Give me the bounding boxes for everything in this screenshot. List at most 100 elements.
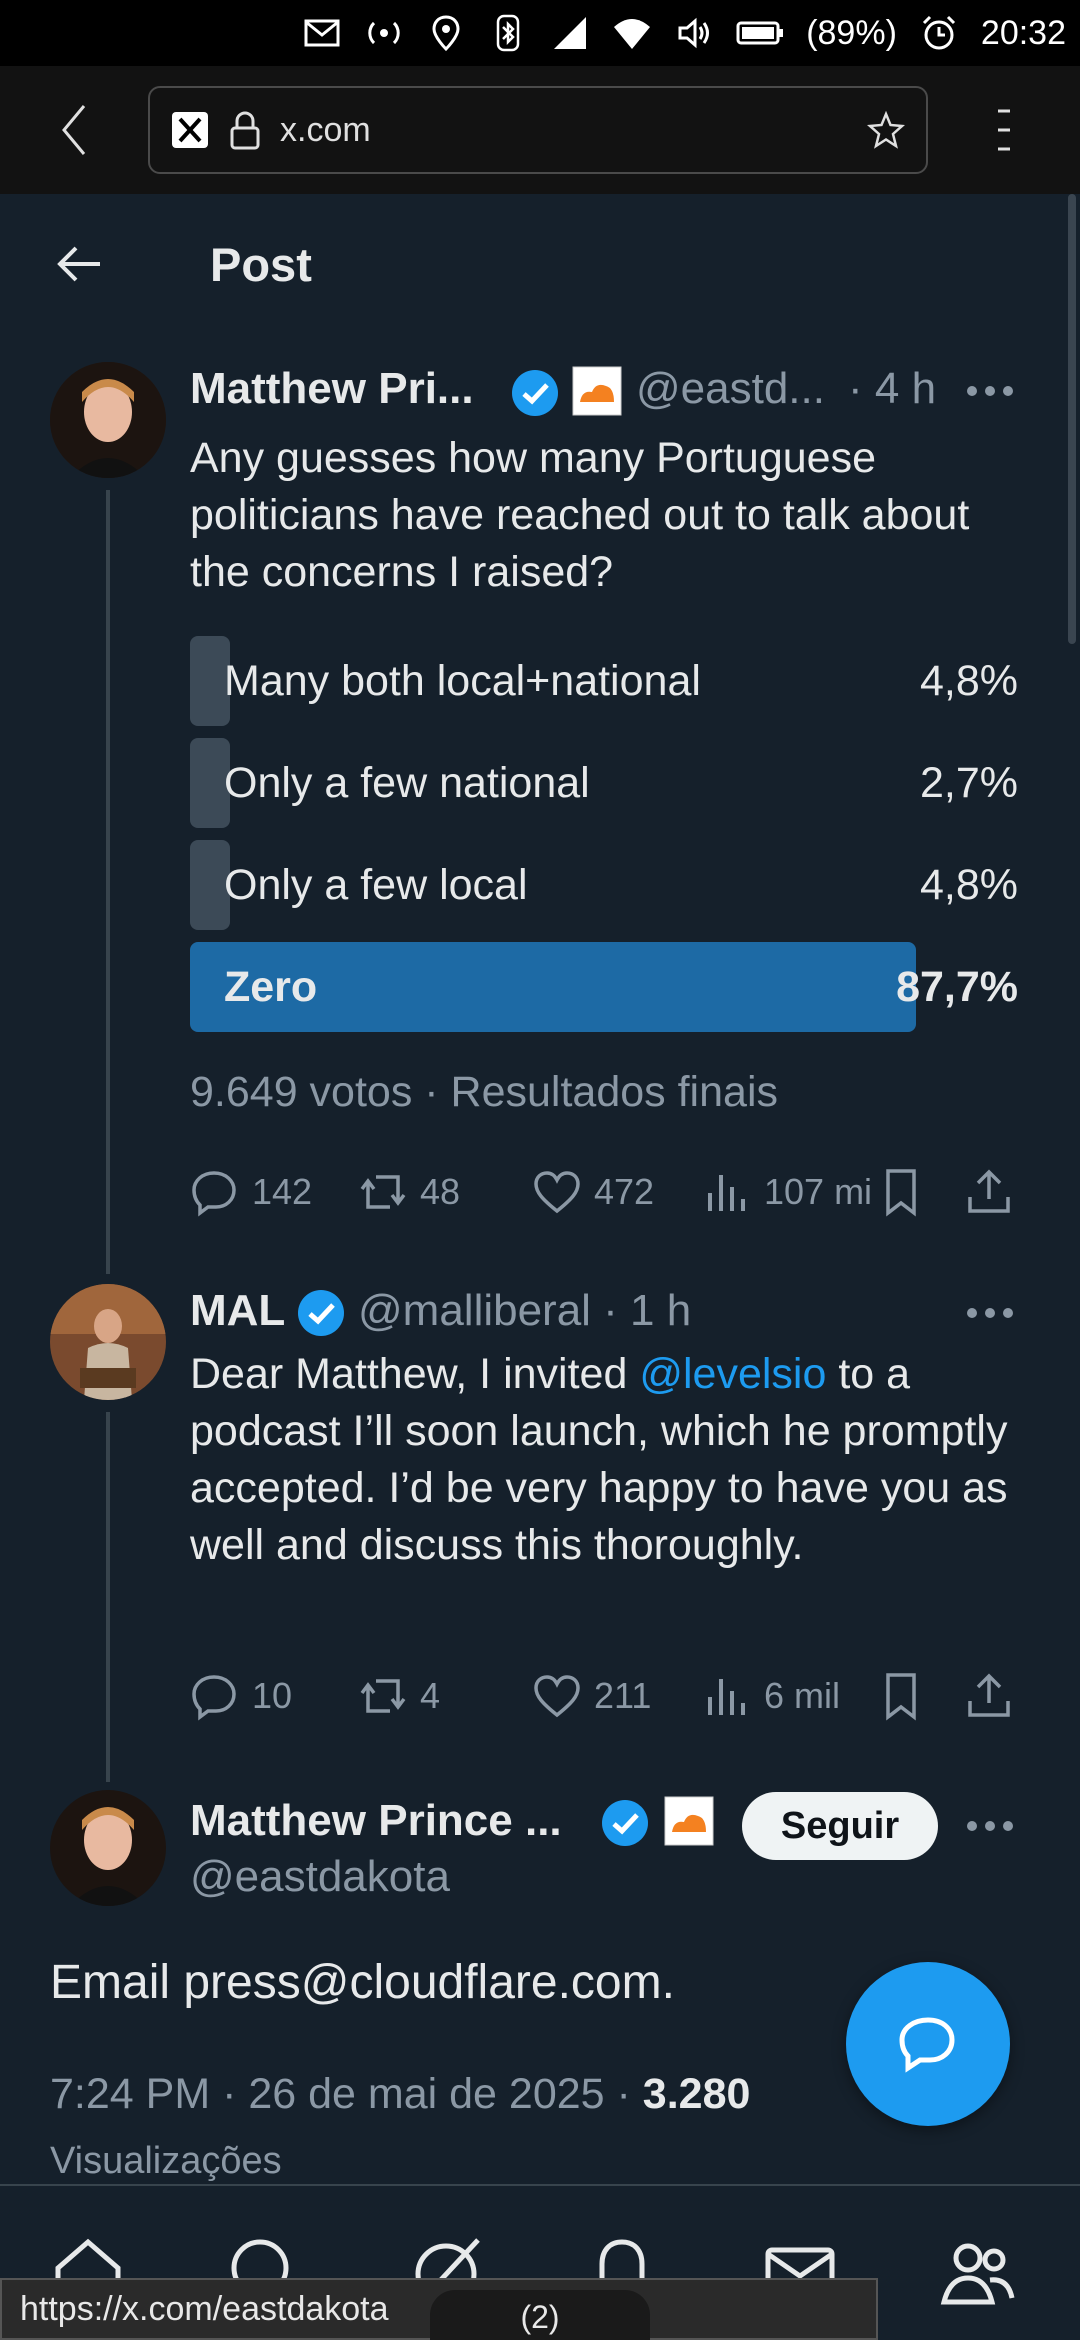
share-icon[interactable] (964, 1167, 1014, 1217)
author-name[interactable]: Matthew Prince ... (190, 1796, 562, 1846)
status-bar: (89%) 20:32 (0, 0, 1080, 66)
heart-icon (534, 1675, 580, 1718)
repost-count: 48 (420, 1171, 461, 1212)
tab-count[interactable]: (2) (430, 2290, 650, 2340)
battery-percentage: (89%) (806, 13, 897, 52)
avatar-image (50, 1284, 166, 1400)
kebab-menu-icon (998, 109, 1010, 151)
author-name[interactable]: Matthew Pri... (190, 364, 474, 414)
avatar[interactable] (50, 1790, 166, 1906)
views-button[interactable]: 107 mi (702, 1162, 872, 1222)
post-timestamp: 7:24 PM · 26 de mai de 2025 · 3.280 (50, 2070, 750, 2119)
poll-option-percentage: 2,7% (919, 759, 1018, 807)
x-logo-icon (172, 112, 208, 148)
avatar-image (50, 362, 166, 478)
reply-count: 142 (252, 1171, 313, 1212)
like-count: 211 (594, 1675, 652, 1716)
avatar[interactable] (50, 362, 166, 478)
volume-icon (678, 17, 710, 49)
scrollbar[interactable] (1068, 194, 1076, 644)
more-options-icon[interactable] (960, 376, 1020, 406)
share-icon[interactable] (964, 1671, 1014, 1721)
more-options-icon[interactable] (960, 1298, 1020, 1328)
reply-bubble-icon (899, 2017, 955, 2073)
repost-count: 4 (420, 1675, 441, 1716)
thread-line (106, 490, 110, 1274)
avatar-image (50, 1790, 166, 1906)
poll-option-percentage: 4,8% (919, 861, 1018, 909)
poll-option-label: Many both local+national (224, 657, 701, 705)
tweet-text: Any guesses how many Portuguese politici… (190, 434, 970, 596)
browser-menu-button[interactable] (928, 66, 1080, 194)
clock: 20:32 (980, 13, 1066, 52)
poll-option-label: Only a few local (224, 861, 528, 909)
like-button[interactable]: 472 (532, 1162, 654, 1222)
reply-icon (192, 1171, 236, 1217)
wifi-icon (614, 19, 651, 49)
chevron-left-icon (62, 105, 86, 155)
timestamp-text: 7:24 PM · 26 de mai de 2025 · (50, 2070, 643, 2118)
like-button[interactable]: 211 (532, 1666, 651, 1726)
back-button[interactable] (0, 194, 160, 334)
bookmark-icon[interactable] (876, 1671, 926, 1721)
more-options-icon[interactable] (960, 1811, 1020, 1841)
avatar[interactable] (50, 1284, 166, 1400)
battery-icon (736, 21, 784, 45)
views-label: Visualizações (50, 2140, 282, 2182)
heart-icon (534, 1171, 580, 1214)
bookmark-star-icon[interactable] (866, 110, 906, 150)
repost-button[interactable]: 4 (358, 1666, 440, 1726)
poll-option: Only a few local 4,8% (190, 840, 1018, 930)
verified-badge-icon (298, 1290, 344, 1336)
arrow-left-icon (57, 246, 100, 282)
thread-line (106, 1412, 110, 1782)
views-count: 107 mi (764, 1171, 873, 1212)
communities-icon[interactable] (938, 2232, 1018, 2312)
author-handle[interactable]: @eastd... (636, 364, 825, 414)
like-count: 472 (594, 1171, 655, 1212)
action-bar: 142 48 472 107 mi (190, 1162, 1030, 1222)
tweet-text: Email press@cloudflare.com. (50, 1956, 675, 2009)
views-count: 6 mil (764, 1675, 841, 1716)
follow-button[interactable]: Seguir (742, 1792, 938, 1860)
reply-fab-button[interactable] (846, 1962, 1010, 2126)
poll-option: Zero 87,7% (190, 942, 1018, 1032)
mention-link[interactable]: @levelsio (639, 1350, 826, 1398)
poll-option-percentage: 87,7% (896, 963, 1018, 1011)
post-time[interactable]: · 4 h (848, 364, 936, 414)
browser-back-button[interactable] (0, 66, 148, 194)
post-header: Post (0, 194, 1080, 334)
reply-button[interactable]: 10 (190, 1666, 292, 1726)
action-bar: 10 4 211 6 mil (190, 1666, 1030, 1726)
poll-option-label: Only a few national (224, 759, 590, 807)
hotspot-icon (368, 21, 400, 45)
location-icon (432, 15, 460, 52)
lock-icon (230, 111, 260, 150)
signal-icon (554, 17, 587, 49)
views-button[interactable]: 6 mil (702, 1666, 840, 1726)
mail-icon (304, 19, 340, 47)
browser-toolbar: x.com (0, 66, 1080, 194)
cloudflare-affiliate-icon[interactable] (664, 1796, 714, 1846)
page-title: Post (210, 237, 312, 291)
reply-button[interactable]: 142 (190, 1162, 312, 1222)
address-bar[interactable]: x.com (148, 86, 928, 174)
poll-results: 9.649 votos · Resultados finais (190, 1068, 778, 1116)
author-handle[interactable]: @malliberal · 1 h (358, 1286, 691, 1336)
author-name[interactable]: MAL (190, 1286, 285, 1336)
repost-button[interactable]: 48 (358, 1162, 460, 1222)
alarm-icon (922, 15, 955, 50)
repost-icon (360, 1175, 406, 1209)
verified-badge-icon (512, 370, 558, 416)
reply-count: 10 (252, 1675, 293, 1716)
views-chart-icon (708, 1679, 745, 1715)
cloudflare-affiliate-icon[interactable] (572, 366, 622, 416)
url-text: x.com (280, 110, 371, 149)
bookmark-icon[interactable] (876, 1167, 926, 1217)
tweet-text: Dear Matthew, I invited @levelsio to a p… (190, 1346, 1035, 1574)
views-chart-icon (708, 1175, 745, 1211)
author-handle[interactable]: @eastdakota (190, 1852, 450, 1902)
views-total: 3.280 (642, 2070, 751, 2118)
repost-icon (360, 1679, 406, 1713)
tweet-text-part: Dear Matthew, I invited (190, 1350, 640, 1398)
